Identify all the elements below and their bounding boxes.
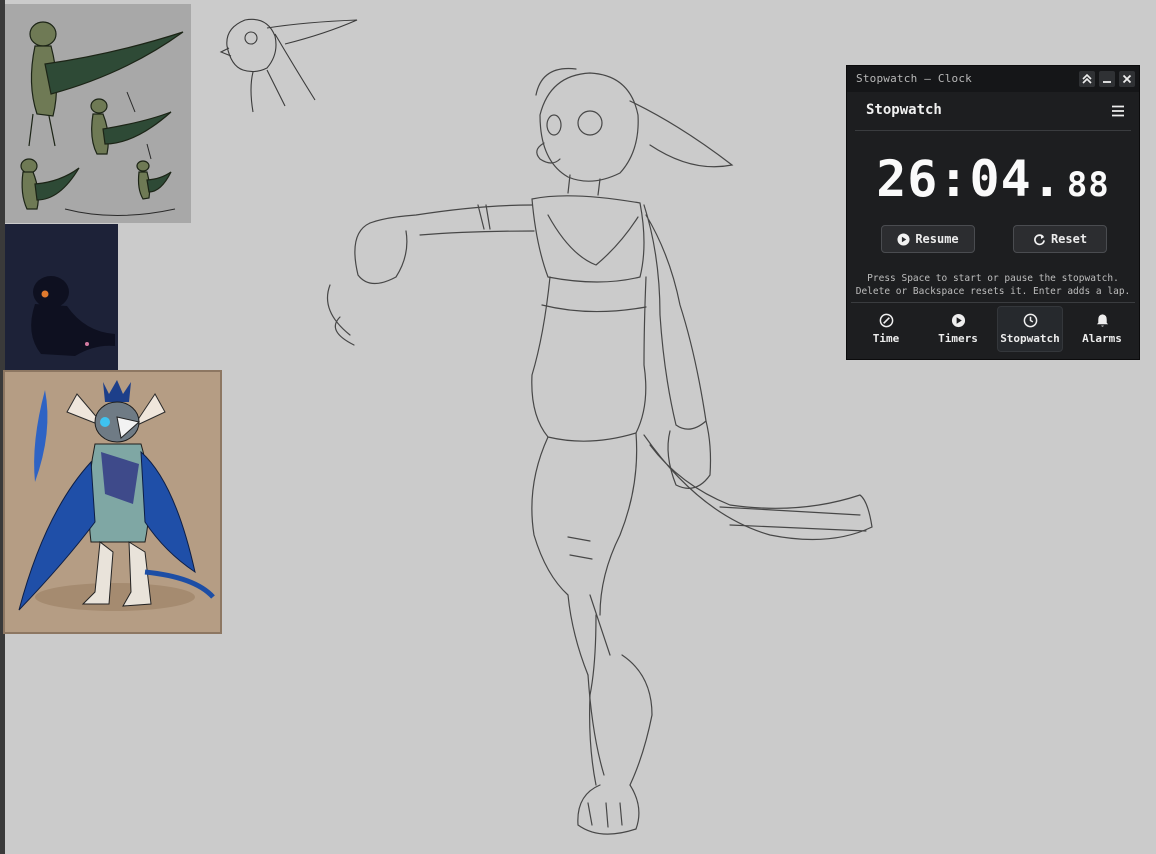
page-title: Stopwatch <box>866 102 942 118</box>
nav-divider <box>851 302 1135 303</box>
tab-alarms-label: Alarms <box>1082 332 1122 345</box>
elapsed-hundredths: 88 <box>1066 165 1110 205</box>
tab-stopwatch-label: Stopwatch <box>1000 332 1060 345</box>
resume-label: Resume <box>915 232 959 246</box>
reset-label: Reset <box>1050 232 1088 246</box>
stopwatch-window: Stopwatch — Clock Stopwatch 26:04. 88 Re… <box>846 65 1140 360</box>
bell-icon <box>1096 314 1108 327</box>
play-circle-icon <box>897 232 910 246</box>
stopwatch-display: 26:04. 88 <box>847 150 1139 208</box>
elapsed-time: 26:04. <box>876 150 1063 208</box>
tab-stopwatch[interactable]: Stopwatch <box>997 306 1063 352</box>
tab-time[interactable]: Time <box>853 306 919 352</box>
tab-alarms[interactable]: Alarms <box>1069 306 1135 352</box>
reference-image-dark-creature <box>5 224 118 371</box>
resume-button[interactable]: Resume <box>881 225 975 253</box>
keep-on-top-button[interactable] <box>1079 71 1095 87</box>
compass-icon <box>879 313 893 328</box>
tab-time-label: Time <box>872 332 900 345</box>
drawing-canvas[interactable]: Stopwatch — Clock Stopwatch 26:04. 88 Re… <box>0 0 1156 854</box>
keyboard-hint: Press Space to start or pause the stopwa… <box>847 272 1139 298</box>
window-titlebar[interactable]: Stopwatch — Clock <box>847 66 1139 92</box>
hamburger-menu-icon[interactable] <box>1111 104 1125 118</box>
reset-icon <box>1034 233 1045 245</box>
play-circle-icon <box>951 313 965 328</box>
close-icon <box>1122 74 1132 84</box>
hint-line-1: Press Space to start or pause the stopwa… <box>867 273 1119 284</box>
reference-image-concepts <box>5 4 191 223</box>
hint-line-2: Delete or Backspace resets it. Enter add… <box>855 286 1131 297</box>
double-chevron-up-icon <box>1082 74 1092 84</box>
tab-timers-label: Timers <box>938 332 978 345</box>
clock-icon <box>1023 313 1037 328</box>
reference-image-blue-creature <box>3 370 222 634</box>
minimize-icon <box>1103 81 1111 83</box>
tab-timers[interactable]: Timers <box>925 306 991 352</box>
page-header: Stopwatch <box>855 92 1131 131</box>
close-button[interactable] <box>1119 71 1135 87</box>
window-title: Stopwatch — Clock <box>856 72 972 85</box>
minimize-button[interactable] <box>1099 71 1115 87</box>
reset-button[interactable]: Reset <box>1013 225 1107 253</box>
sketch-main-figure <box>326 67 873 835</box>
